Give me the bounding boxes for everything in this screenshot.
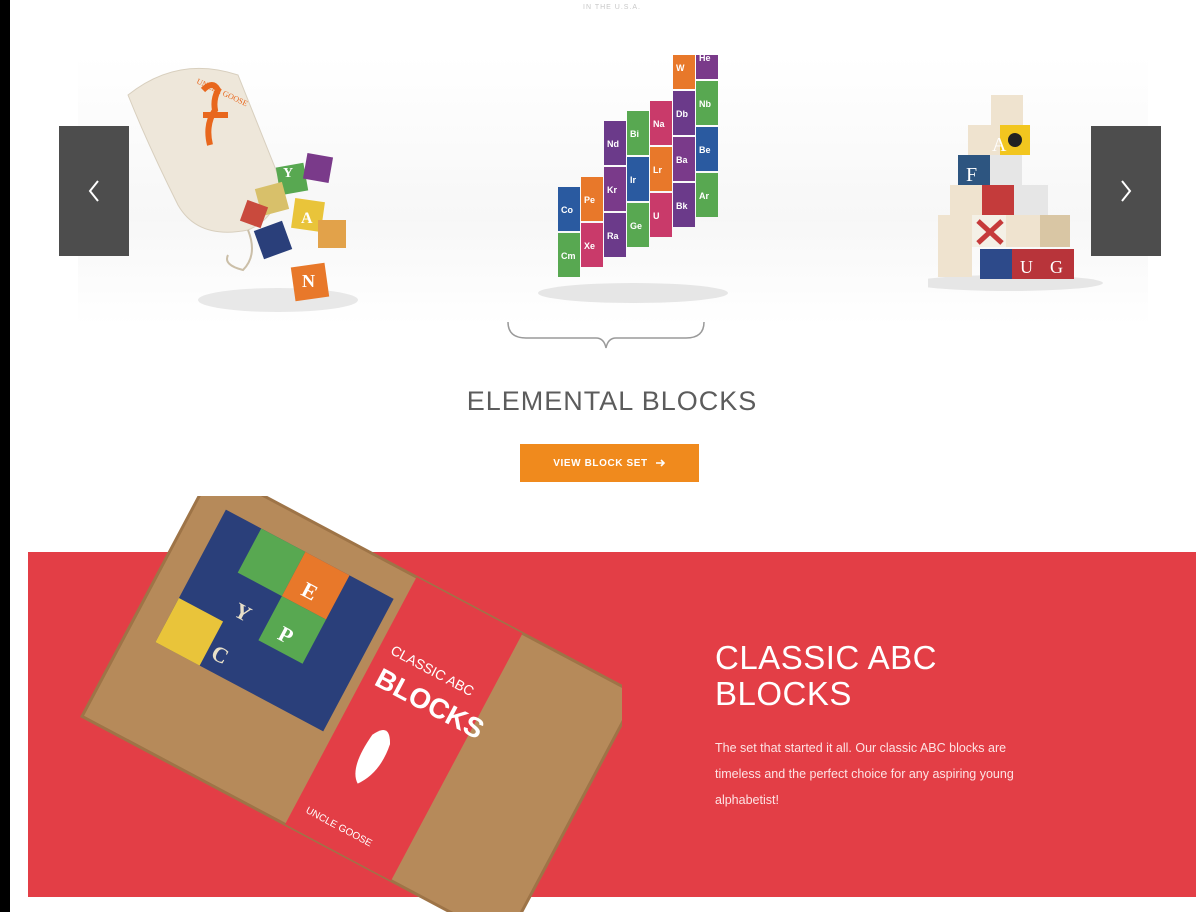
brace-divider: [507, 321, 705, 349]
abc-bag-image: UNCLE GOOSE N A Y: [127, 67, 358, 312]
svg-text:N: N: [302, 271, 315, 291]
element-block-label: W: [676, 63, 685, 73]
element-block-label: U: [653, 211, 660, 221]
element-block-label: Xe: [584, 241, 595, 251]
view-block-set-label: VIEW BLOCK SET: [553, 457, 648, 469]
svg-text:A: A: [301, 210, 313, 227]
element-block-label: Be: [699, 145, 711, 155]
top-label: IN THE U.S.A.: [583, 4, 641, 11]
svg-text:F: F: [966, 164, 977, 186]
featured-set-title: ELEMENTAL BLOCKS: [466, 386, 758, 416]
svg-text:A: A: [992, 134, 1007, 156]
classic-abc-title: CLASSIC ABC BLOCKS: [715, 639, 937, 712]
view-block-set-button[interactable]: VIEW BLOCK SET: [520, 444, 699, 482]
element-block-label: Nd: [607, 139, 619, 149]
classic-abc-description: The set that started it all. Our classic…: [715, 741, 1014, 807]
element-block-label: Bk: [676, 201, 688, 211]
element-block-label: Pe: [584, 195, 595, 205]
carousel-prev-button[interactable]: [59, 126, 129, 256]
element-block-label: Na: [653, 119, 665, 129]
svg-text:G: G: [1050, 257, 1063, 277]
chevron-right-icon: [1121, 180, 1132, 202]
element-block-label: Kr: [607, 185, 617, 195]
elemental-blocks-image: W He Nd Bi Na Db Nb Co Pe Kr Ir Lr Ba Be Cm Xe Ra Ge U Bk Ar: [538, 55, 728, 303]
nautical-blocks-image: A F U G: [928, 95, 1103, 291]
element-block-label: Nb: [699, 99, 711, 109]
chevron-left-icon: [88, 180, 99, 202]
abc-bag-slide[interactable]: UNCLE GOOSE N A Y: [108, 55, 358, 325]
left-window-edge: [0, 0, 29, 912]
element-block-label: Lr: [653, 165, 662, 175]
element-block-label: Cm: [561, 251, 576, 261]
element-block-label: Ir: [630, 175, 637, 185]
arrow-right-icon: [655, 459, 665, 467]
element-block-label: Ar: [699, 191, 709, 201]
nautical-blocks-slide[interactable]: A F U G: [928, 55, 1108, 325]
svg-text:Y: Y: [283, 166, 293, 181]
elemental-blocks-slide[interactable]: W He Nd Bi Na Db Nb Co Pe Kr Ir Lr Ba Be Cm Xe Ra Ge U Bk Ar: [528, 55, 748, 325]
element-block-label: He: [699, 55, 711, 63]
element-block-label: Db: [676, 109, 688, 119]
classic-abc-box-image[interactable]: Y E P C CLASSIC ABC BLOCKS UNCLE GOOSE: [62, 496, 622, 912]
element-block-label: Ba: [676, 155, 688, 165]
svg-text:U: U: [1020, 257, 1033, 277]
page: IN THE U.S.A. UNCLE GOOSE N A Y W He Nd …: [28, 0, 1196, 912]
carousel-next-button[interactable]: [1091, 126, 1161, 256]
element-block-label: Co: [561, 205, 573, 215]
product-carousel: UNCLE GOOSE N A Y W He Nd Bi Na Db Nb Co Pe Kr Ir L…: [58, 55, 1168, 325]
element-block-label: Bi: [630, 129, 639, 139]
element-block-label: Ra: [607, 231, 619, 241]
element-block-label: Ge: [630, 221, 642, 231]
